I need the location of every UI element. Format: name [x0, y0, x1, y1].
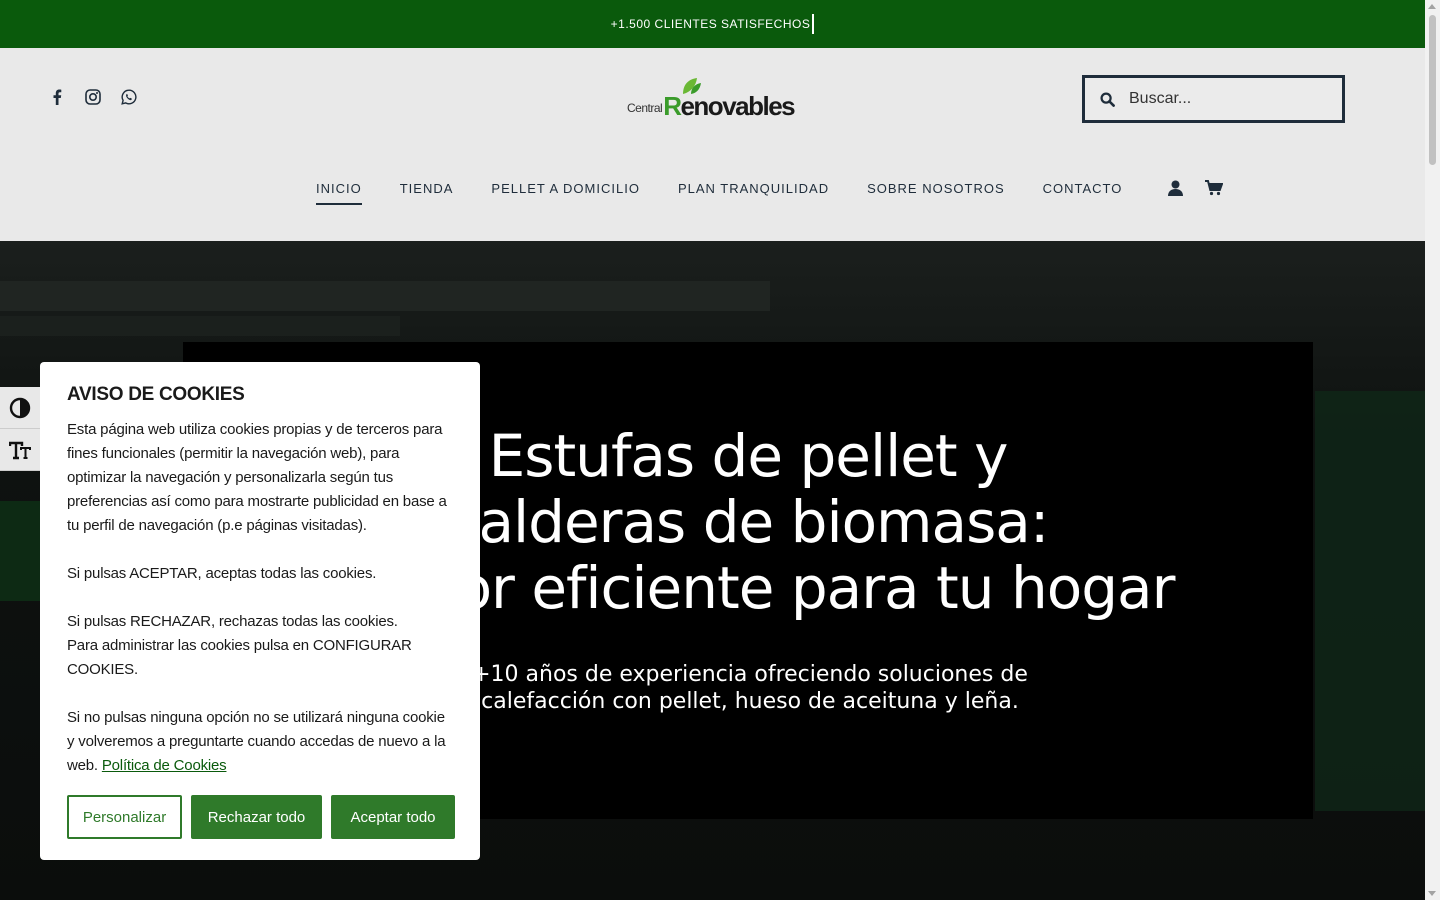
cookie-buttons: Personalizar Rechazar todo Aceptar todo	[67, 795, 455, 839]
hero-title-line: calderas de biomasa:	[447, 488, 1050, 556]
leaf-icon	[683, 78, 701, 94]
hero-subtitle-line: calefacción con pellet, hueso de aceitun…	[481, 689, 1019, 714]
cart-icon[interactable]	[1205, 179, 1224, 201]
hero-subtitle: +10 años de experiencia ofreciendo soluc…	[470, 661, 1030, 715]
nav-item-inicio[interactable]: INICIO	[316, 181, 362, 205]
search-input[interactable]	[1129, 90, 1329, 108]
announcement-text: +1.500 CLIENTES SATISFECHOS	[610, 17, 811, 31]
cookie-policy-link[interactable]: Política de Cookies	[102, 757, 227, 774]
cookie-paragraph: Si pulsas RECHAZAR, rechazas todas las c…	[67, 613, 398, 630]
instagram-icon[interactable]	[84, 88, 102, 106]
cookie-paragraph: Para administrar las cookies pulsa en CO…	[67, 637, 412, 678]
accept-all-button[interactable]: Aceptar todo	[331, 795, 455, 839]
page-scrollbar[interactable]	[1425, 0, 1440, 900]
text-caret	[812, 14, 815, 34]
hero-title-line: Estufas de pellet y	[488, 422, 1009, 490]
cookie-paragraph: Si no pulsas ninguna opción no se utiliz…	[67, 706, 453, 778]
contrast-toggle-icon[interactable]	[0, 387, 40, 429]
site-logo[interactable]: Central Renovables	[627, 76, 802, 122]
hero-title-line: or eficiente para tu hogar	[456, 554, 1176, 622]
nav-item-sobre-nosotros[interactable]: SOBRE NOSOTROS	[867, 181, 1005, 205]
nav-icons	[1168, 179, 1224, 201]
nav-item-pellet-a-domicilio[interactable]: PELLET A DOMICILIO	[491, 181, 640, 205]
logo-central-text: Central	[627, 101, 663, 115]
customize-button[interactable]: Personalizar	[67, 795, 182, 839]
background-shelf	[0, 316, 400, 336]
logo-r-letter: R	[663, 91, 682, 121]
nav-item-tienda[interactable]: TIENDA	[400, 181, 454, 205]
scroll-up-icon[interactable]	[1428, 4, 1436, 9]
announcement-bar: +1.500 CLIENTES SATISFECHOS	[0, 0, 1425, 48]
search-icon[interactable]	[1085, 91, 1129, 107]
social-links	[48, 88, 138, 106]
cookie-paragraph: Esta página web utiliza cookies propias …	[67, 421, 447, 534]
cookie-body: Esta página web utiliza cookies propias …	[67, 418, 453, 778]
nav-item-plan-tranquilidad[interactable]: PLAN TRANQUILIDAD	[678, 181, 829, 205]
font-size-icon[interactable]	[0, 429, 40, 471]
cookie-title: AVISO DE COOKIES	[67, 384, 245, 405]
cookie-paragraph: Si pulsas ACEPTAR, aceptas todas las coo…	[67, 565, 377, 582]
site-header: Central Renovables INICIO TIENDA PELLET …	[0, 48, 1425, 241]
background-shelf	[0, 281, 770, 311]
user-icon[interactable]	[1168, 180, 1184, 201]
main-navigation: INICIO TIENDA PELLET A DOMICILIO PLAN TR…	[316, 179, 1224, 205]
search-box[interactable]	[1082, 75, 1345, 123]
hero-subtitle-line: +10 años de experiencia ofreciendo soluc…	[472, 662, 1028, 687]
scrollbar-thumb[interactable]	[1429, 15, 1436, 165]
nav-item-contacto[interactable]: CONTACTO	[1043, 181, 1123, 205]
whatsapp-icon[interactable]	[120, 88, 138, 106]
accessibility-toolbar	[0, 387, 40, 471]
scroll-down-icon[interactable]	[1428, 891, 1436, 896]
cookie-consent-dialog: AVISO DE COOKIES Esta página web utiliza…	[40, 362, 480, 860]
facebook-icon[interactable]	[48, 88, 66, 106]
reject-all-button[interactable]: Rechazar todo	[191, 795, 322, 839]
